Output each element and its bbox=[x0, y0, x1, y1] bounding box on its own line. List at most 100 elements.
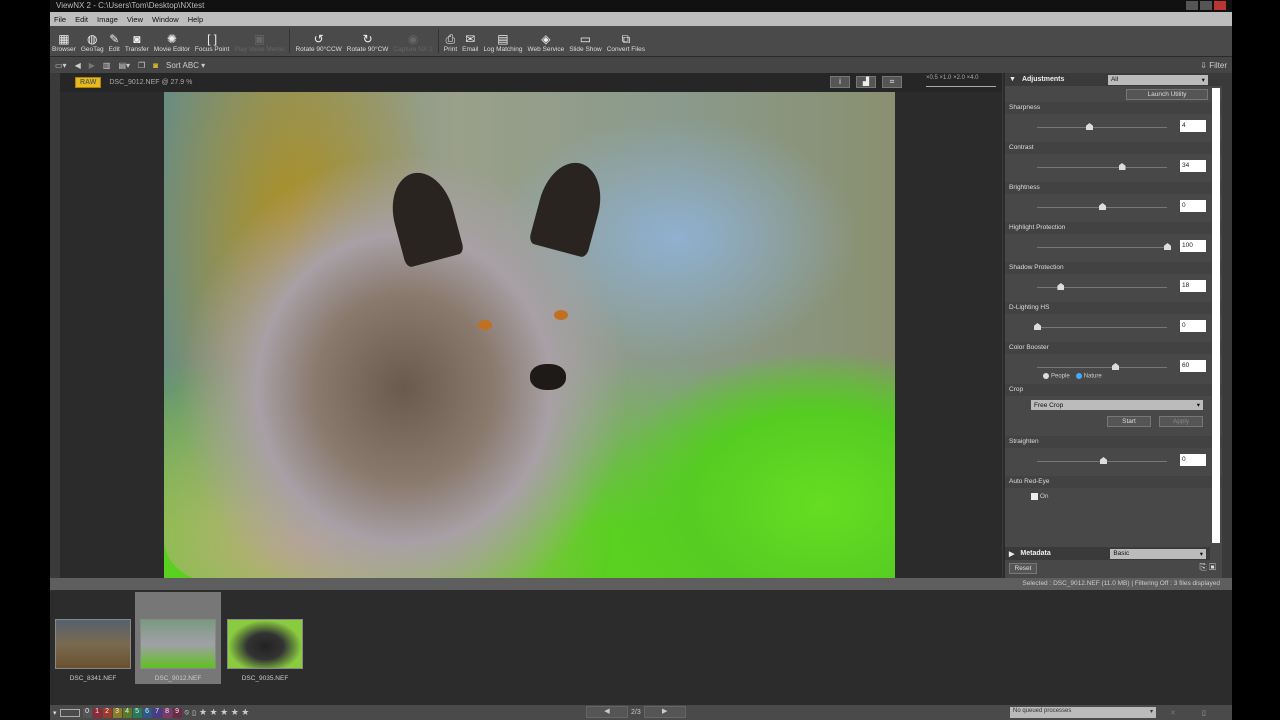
sharpness-label: Sharpness bbox=[1005, 102, 1222, 114]
toolbar-label: GeoTag bbox=[80, 46, 104, 53]
menu-help[interactable]: Help bbox=[188, 15, 203, 24]
rating-star-icon[interactable]: ★ bbox=[210, 707, 221, 717]
d-lighting-hs-value[interactable]: 0 bbox=[1180, 320, 1206, 332]
forward-icon[interactable]: ▶ bbox=[89, 61, 95, 70]
label-8-button[interactable]: 8 bbox=[162, 707, 172, 718]
toolbar-transfer-button[interactable]: ◙ Transfer bbox=[125, 32, 149, 53]
label-3-button[interactable]: 3 bbox=[112, 707, 122, 718]
toolbar-browser-button[interactable]: ▦ Browser bbox=[52, 32, 76, 53]
previous-button[interactable]: ◀ bbox=[586, 706, 628, 718]
straighten-value[interactable]: 0 bbox=[1180, 454, 1206, 466]
brightness-label: Brightness bbox=[1005, 182, 1222, 194]
label-7-button[interactable]: 7 bbox=[152, 707, 162, 718]
title-bar: ViewNX 2 - C:\Users\Tom\Desktop\NXtest bbox=[50, 0, 1232, 12]
no-label-icon[interactable]: ⦸ bbox=[185, 709, 190, 717]
toolbar-log-matching-button[interactable]: ▤ Log Matching bbox=[483, 32, 522, 53]
thumbnail[interactable]: DSC_9012.NEF bbox=[135, 592, 221, 684]
folder-up-icon[interactable]: ▥ bbox=[103, 61, 111, 70]
menu-file[interactable]: File bbox=[54, 15, 66, 24]
color-booster-slider[interactable] bbox=[1112, 363, 1119, 370]
close-button[interactable] bbox=[1214, 1, 1226, 10]
info-icon[interactable]: i bbox=[830, 76, 850, 88]
menu-window[interactable]: Window bbox=[152, 15, 179, 24]
toolbar-edit-button[interactable]: ✎ Edit bbox=[109, 32, 120, 53]
menu-view[interactable]: View bbox=[127, 15, 143, 24]
brightness-value[interactable]: 0 bbox=[1180, 200, 1206, 212]
crop-apply-button[interactable]: Apply bbox=[1159, 416, 1203, 427]
metadata-select[interactable]: Basic ▾ bbox=[1110, 548, 1206, 559]
label-1-button[interactable]: 1 bbox=[92, 707, 102, 718]
label-5-button[interactable]: 5 bbox=[132, 707, 142, 718]
camera-icon[interactable]: ◙ bbox=[153, 61, 158, 70]
copy-icon[interactable]: ❐ bbox=[138, 61, 145, 70]
maximize-button[interactable] bbox=[1200, 1, 1212, 10]
rating-star-icon[interactable]: ★ bbox=[241, 707, 249, 717]
menu-edit[interactable]: Edit bbox=[75, 15, 88, 24]
label-2-button[interactable]: 2 bbox=[102, 707, 112, 718]
label-6-button[interactable]: 6 bbox=[142, 707, 152, 718]
reset-button[interactable]: Reset bbox=[1009, 563, 1037, 574]
toolbar-print-button[interactable]: ⎙ Print bbox=[444, 32, 457, 53]
launch-utility-button[interactable]: Launch Utility bbox=[1126, 89, 1208, 100]
rating-star-icon[interactable]: ★ bbox=[220, 707, 231, 717]
toolbar-rotate-90-cw-button[interactable]: ↻ Rotate 90°CW bbox=[347, 32, 389, 53]
filmstrip-icon[interactable] bbox=[59, 708, 80, 717]
zoom-slider[interactable]: ×0.5 ×1.0 ×2.0 ×4.0 bbox=[926, 75, 996, 87]
protect-icon[interactable]: ▯ bbox=[192, 709, 196, 717]
filter-button[interactable]: ⇩ Filter bbox=[1200, 61, 1227, 70]
toolbar-geotag-button[interactable]: ◍ GeoTag bbox=[81, 32, 104, 53]
save-icon[interactable]: ⎘ ▣ bbox=[1199, 562, 1216, 573]
brightness-slider[interactable] bbox=[1099, 203, 1106, 210]
highlight-protection-slider[interactable] bbox=[1164, 243, 1171, 250]
rating-star-icon[interactable]: ★ bbox=[231, 707, 242, 717]
crop-start-button[interactable]: Start bbox=[1107, 416, 1151, 427]
people-radio[interactable]: People bbox=[1043, 373, 1070, 380]
red-eye-checkbox[interactable]: On bbox=[1005, 488, 1222, 506]
sharpness-value[interactable]: 4 bbox=[1180, 120, 1206, 132]
back-icon[interactable]: ◀ bbox=[75, 61, 81, 70]
thumbnail[interactable]: DSC_8341.NEF bbox=[50, 592, 136, 684]
histogram-icon[interactable]: ▟ bbox=[856, 76, 876, 88]
adjustments-filter-select[interactable]: All ▾ bbox=[1107, 74, 1208, 85]
adjustments-header[interactable]: ▼ Adjustments All ▾ bbox=[1005, 73, 1222, 86]
toolbar-rotate-90-ccw-button[interactable]: ↺ Rotate 90°CCW bbox=[295, 32, 341, 53]
toolbar-capture-nx-2-button[interactable]: ◉ Capture NX 2 bbox=[393, 32, 432, 53]
menu-image[interactable]: Image bbox=[97, 15, 118, 24]
metadata-header[interactable]: ▶ Metadata Basic ▾ bbox=[1005, 547, 1210, 560]
nature-radio[interactable]: Nature bbox=[1075, 373, 1102, 380]
color-booster-value[interactable]: 60 bbox=[1180, 360, 1206, 372]
label-9-button[interactable]: 9 bbox=[172, 707, 182, 718]
toolbar-web-service-button[interactable]: ◈ Web Service bbox=[527, 32, 564, 53]
panel-scrollbar[interactable] bbox=[1212, 88, 1220, 543]
minimize-button[interactable] bbox=[1186, 1, 1198, 10]
trash-icon[interactable]: ▯ bbox=[1202, 709, 1206, 717]
toolbar-email-button[interactable]: ✉ Email bbox=[462, 32, 478, 53]
queue-select[interactable]: No queued processes ▾ bbox=[1010, 707, 1156, 718]
toolbar-convert-files-button[interactable]: ⧉ Convert Files bbox=[607, 32, 645, 53]
shadow-protection-value[interactable]: 18 bbox=[1180, 280, 1206, 292]
rating-star-icon[interactable]: ★ bbox=[199, 707, 210, 717]
sort-dropdown[interactable]: Sort ABC ▾ bbox=[166, 61, 205, 70]
toolbar-play-voice-memo-button[interactable]: ▣ Play Voice Memo bbox=[234, 32, 284, 53]
layout-icon[interactable]: ▭▾ bbox=[55, 61, 67, 70]
collapse-icon[interactable]: ▾ bbox=[53, 709, 57, 717]
straighten-slider[interactable] bbox=[1100, 457, 1107, 464]
label-4-button[interactable]: 4 bbox=[122, 707, 132, 718]
contrast-slider[interactable] bbox=[1118, 163, 1126, 170]
zoom-mark: ×4.0 bbox=[966, 75, 979, 81]
toolbar-slide-show-button[interactable]: ▭ Slide Show bbox=[569, 32, 602, 53]
folder-icon[interactable]: ▤▾ bbox=[118, 61, 130, 70]
d-lighting-hs-slider[interactable] bbox=[1034, 323, 1041, 330]
label-0-button[interactable]: 0 bbox=[82, 707, 92, 718]
thumbnail[interactable]: DSC_9035.NEF bbox=[222, 592, 308, 684]
highlight-protection-value[interactable]: 100 bbox=[1180, 240, 1206, 252]
cancel-queue-icon[interactable]: ✕ bbox=[1170, 709, 1176, 717]
toolbar-focus-point-button[interactable]: [ ] Focus Point bbox=[195, 32, 229, 53]
shadow-protection-slider[interactable] bbox=[1057, 283, 1065, 290]
fit-icon[interactable]: ⌗ bbox=[882, 76, 902, 88]
contrast-value[interactable]: 34 bbox=[1180, 160, 1206, 172]
sharpness-slider[interactable] bbox=[1086, 123, 1093, 130]
next-button[interactable]: ▶ bbox=[643, 706, 686, 718]
toolbar-movie-editor-button[interactable]: ✺ Movie Editor bbox=[154, 32, 190, 53]
crop-select[interactable]: Free Crop ▾ bbox=[1031, 400, 1203, 410]
